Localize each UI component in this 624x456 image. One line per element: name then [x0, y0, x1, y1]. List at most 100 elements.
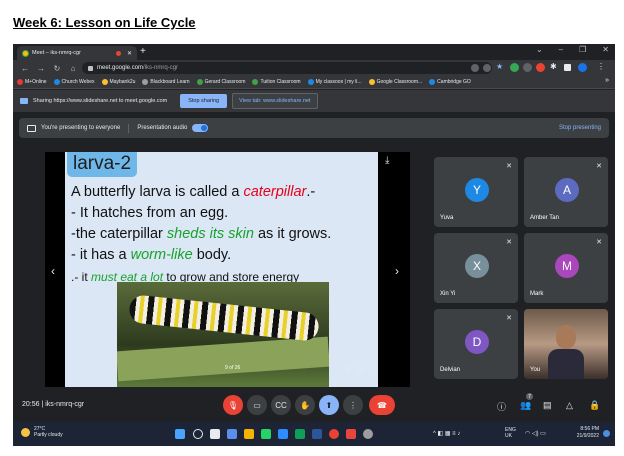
- mic-off-button[interactable]: 🎙: [223, 395, 243, 415]
- participant-name: Mark: [530, 291, 544, 297]
- slide-title: larva-2: [67, 152, 138, 177]
- activities-icon[interactable]: △: [566, 400, 573, 411]
- bookmark-item[interactable]: Gerard Classroom: [196, 79, 245, 85]
- bookmark-item[interactable]: M+Online: [17, 79, 47, 85]
- bookmark-item[interactable]: Tuition Classroom: [252, 79, 301, 85]
- tray-icons[interactable]: ^ ◧ ▦ ≡ ♪: [433, 430, 460, 437]
- self-video-tile[interactable]: You: [524, 309, 608, 379]
- screenshot-frame: Meet – iks-nmrq-cgr ✕ + ⌄ – ❐ ✕ ← → ↻ ⌂ …: [13, 44, 615, 446]
- slide-line-4: - it has a worm-like body.: [71, 247, 232, 263]
- participant-name: Amber Tan: [530, 215, 559, 221]
- muted-mic-icon: ✕: [506, 163, 512, 170]
- network-volume-icons[interactable]: ◠ ◁) ▭: [525, 430, 546, 437]
- notification-icon[interactable]: [603, 430, 610, 437]
- address-bar[interactable]: meet.google.com/iks-nmrq-cgr: [82, 62, 492, 74]
- bookmark-item[interactable]: Cambridge GO: [429, 79, 471, 85]
- view-tab-button[interactable]: View tab: www.slideshare.net: [232, 93, 318, 109]
- weather-widget[interactable]: 27°C Partly cloudy: [21, 426, 63, 438]
- language-indicator[interactable]: ENG UK: [505, 427, 516, 439]
- tab-search-icon[interactable]: ⌄: [536, 45, 543, 54]
- zoom-in-icon[interactable]: ⊕: [344, 364, 352, 375]
- people-icon[interactable]: 👥: [520, 400, 531, 411]
- tab-close-icon[interactable]: ✕: [127, 50, 132, 57]
- participant-name: Yuva: [440, 215, 454, 221]
- restore-icon[interactable]: ❐: [579, 45, 586, 54]
- stop-sharing-button[interactable]: Stop sharing: [180, 94, 228, 108]
- meet-app-icon[interactable]: [295, 429, 305, 439]
- download-icon[interactable]: ⤓: [385, 155, 389, 166]
- bookmark-item[interactable]: Church Webex: [53, 79, 95, 85]
- new-tab-icon[interactable]: +: [140, 46, 146, 58]
- meet-controls-bar: 20:56 | iks-nmrq-cgr 🎙 ▭ CC ✋ ⬆ ⋮ ☎ ⓘ 7 …: [13, 390, 615, 420]
- bookmark-item[interactable]: Google Classroom...: [368, 79, 422, 85]
- zoom-out-icon[interactable]: ⊖: [357, 364, 365, 375]
- muted-mic-icon: ✕: [596, 239, 602, 246]
- avatar: A: [555, 178, 579, 202]
- present-button[interactable]: ⬆: [319, 395, 339, 415]
- meet-stage: You're presenting to everyone Presentati…: [13, 112, 615, 422]
- puzzle-icon[interactable]: ✱: [550, 62, 559, 71]
- bookmark-item[interactable]: Maybank2u: [101, 79, 135, 85]
- participant-tile[interactable]: ✕ D Delvian: [434, 309, 518, 379]
- widgets-icon[interactable]: [227, 429, 237, 439]
- close-window-icon[interactable]: ✕: [602, 45, 609, 54]
- profile-icon[interactable]: [578, 63, 587, 72]
- presenting-banner: You're presenting to everyone Presentati…: [19, 118, 609, 138]
- participant-tile[interactable]: ✕ A Amber Tan: [524, 157, 608, 227]
- weather-icon: [21, 427, 30, 437]
- task-view-icon[interactable]: [210, 429, 220, 439]
- home-icon[interactable]: ⌂: [69, 64, 77, 73]
- zoom-icon[interactable]: [278, 429, 288, 439]
- reload-icon[interactable]: ↻: [53, 64, 61, 73]
- forward-icon[interactable]: →: [37, 64, 45, 73]
- menu-icon[interactable]: ⋮: [597, 62, 606, 71]
- camera-icon[interactable]: [471, 64, 479, 72]
- taskbar-clock[interactable]: 8:56 PM 21/9/2022: [577, 426, 599, 440]
- meeting-details-icon[interactable]: ⓘ: [497, 400, 506, 413]
- sidepanel-icon[interactable]: [564, 64, 571, 71]
- captions-button[interactable]: CC: [271, 395, 291, 415]
- weather-text: Partly cloudy: [34, 432, 63, 438]
- camera-button[interactable]: ▭: [247, 395, 267, 415]
- slide-line-2: - It hatches from an egg.: [71, 205, 229, 221]
- more-bookmarks-icon[interactable]: »: [605, 77, 609, 84]
- more-options-button[interactable]: ⋮: [343, 395, 363, 415]
- participant-name: You: [530, 367, 541, 373]
- slide-page-indicator: 9 of 26: [225, 365, 241, 371]
- muted-mic-icon: ✕: [506, 315, 512, 322]
- next-slide-icon[interactable]: ›: [395, 264, 399, 278]
- chrome-icon[interactable]: [329, 429, 339, 439]
- host-controls-icon[interactable]: 🔒: [589, 400, 600, 411]
- app-icon[interactable]: [346, 429, 356, 439]
- fullscreen-icon[interactable]: ⛶: [369, 364, 375, 375]
- minimize-icon[interactable]: –: [559, 45, 563, 54]
- browser-tab[interactable]: Meet – iks-nmrq-cgr ✕: [17, 46, 137, 60]
- search-icon[interactable]: [193, 429, 203, 439]
- previous-slide-icon[interactable]: ‹: [51, 264, 55, 278]
- stop-presenting-button[interactable]: Stop presenting: [559, 125, 601, 131]
- file-explorer-icon[interactable]: [244, 429, 254, 439]
- start-icon[interactable]: [175, 429, 185, 439]
- participant-tile[interactable]: ✕ X Xin Yi: [434, 233, 518, 303]
- leave-call-button[interactable]: ☎: [369, 395, 395, 415]
- word-icon[interactable]: [312, 429, 322, 439]
- bookmark-item[interactable]: My classoos | my li...: [307, 79, 362, 85]
- extension-red-icon[interactable]: [536, 63, 545, 72]
- presentation-audio-toggle[interactable]: [192, 124, 209, 132]
- people-count-badge: 7: [526, 393, 533, 400]
- muted-mic-icon: ✕: [506, 239, 512, 246]
- extension-grey-icon[interactable]: [523, 63, 532, 72]
- raise-hand-button[interactable]: ✋: [295, 395, 315, 415]
- star-icon[interactable]: ★: [496, 62, 505, 71]
- url-text: meet.google.com/iks-nmrq-cgr: [97, 65, 179, 71]
- share-icon[interactable]: [483, 64, 491, 72]
- settings-icon[interactable]: [363, 429, 373, 439]
- back-icon[interactable]: ←: [21, 64, 29, 73]
- chat-icon[interactable]: ▤: [543, 400, 552, 411]
- extension-green-icon[interactable]: [510, 63, 519, 72]
- bookmark-item[interactable]: Blackboard Learn: [142, 79, 190, 85]
- whatsapp-icon[interactable]: [261, 429, 271, 439]
- participant-tile[interactable]: ✕ Y Yuva: [434, 157, 518, 227]
- participant-tile[interactable]: ✕ M Mark: [524, 233, 608, 303]
- document-title: Week 6: Lesson on Life Cycle: [13, 15, 196, 30]
